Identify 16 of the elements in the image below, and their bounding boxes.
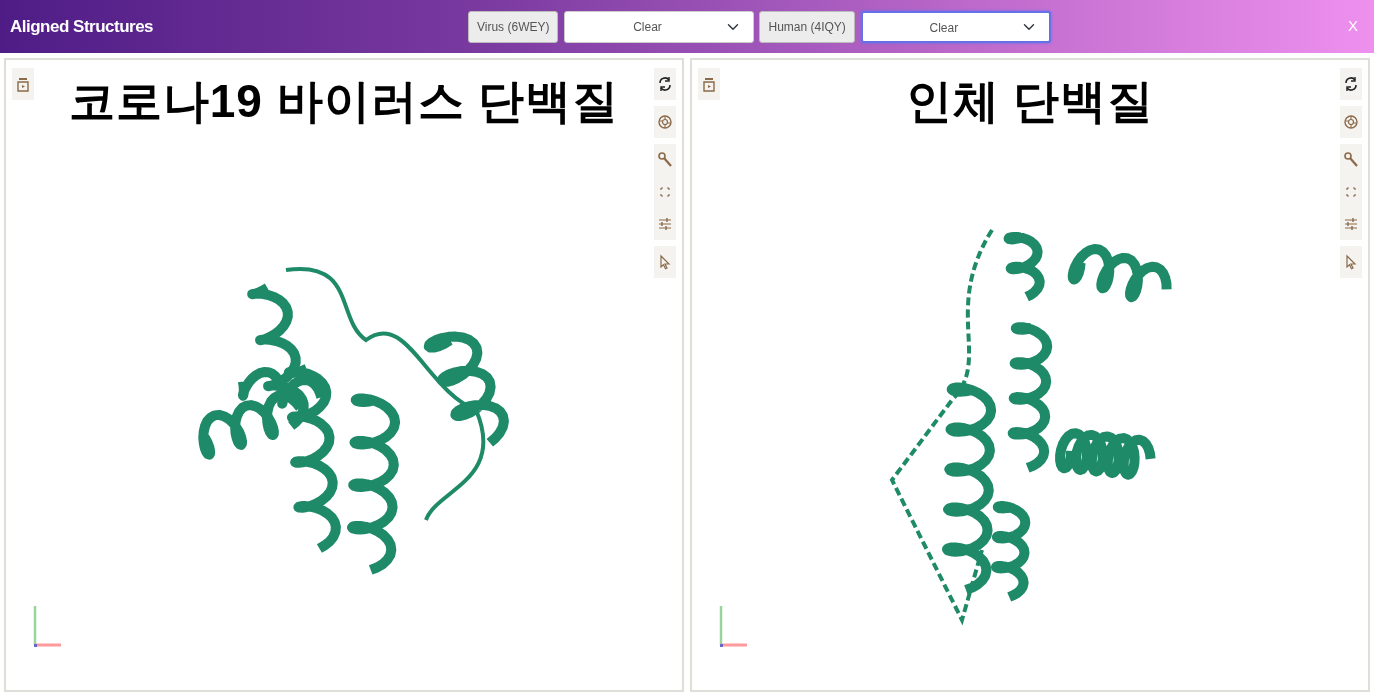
style-dropdown[interactable]: Clear bbox=[564, 10, 755, 43]
jar-icon bbox=[700, 75, 718, 93]
jar-icon bbox=[14, 75, 32, 93]
rotate-icon bbox=[656, 75, 674, 93]
sliders-icon bbox=[1342, 215, 1360, 233]
structure-button[interactable]: Human (4IQY) bbox=[759, 10, 855, 43]
panel-caption: 코로나19 바이러스 단백질 bbox=[68, 78, 620, 124]
protein-ribbon-drawing[interactable] bbox=[198, 267, 509, 575]
structure-button[interactable]: Virus (6WEY) bbox=[468, 10, 559, 43]
rotate-icon bbox=[1342, 75, 1360, 93]
panel-caption: 인체 단백질 bbox=[905, 78, 1155, 124]
axes-icon bbox=[32, 604, 62, 648]
app-title: Aligned Structures bbox=[10, 15, 155, 38]
style-dropdown[interactable]: Clear bbox=[860, 10, 1051, 43]
sliders-icon bbox=[656, 215, 674, 233]
axes-icon bbox=[718, 604, 748, 648]
